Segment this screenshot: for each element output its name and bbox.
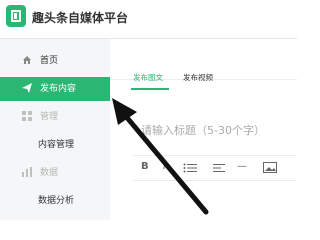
sidebar-group-manage: 管理 [0,105,110,129]
main-panel: 发布图文 发布视频 请输入标题（5-30个字） B I — [111,39,297,220]
list-icon[interactable] [183,163,197,173]
tab-publish-video[interactable]: 发布视频 [183,72,213,83]
grid-icon [22,111,32,121]
editor-toolbar: B I — [133,155,297,181]
bar-chart-icon [22,167,32,177]
sidebar-item-content-manage[interactable]: 内容管理 [0,133,110,157]
tab-publish-article[interactable]: 发布图文 [133,72,163,83]
image-icon[interactable] [263,162,277,173]
sidebar-item-publish[interactable]: 发布内容 [0,77,110,101]
divider-button[interactable]: — [237,161,247,172]
home-icon [23,56,31,64]
sidebar: 首页 发布内容 管理 内容管理 数据 数据分析 [0,39,110,220]
top-bar: 趣头条自媒体平台 [0,0,297,39]
bold-button[interactable]: B [141,161,149,172]
active-tab-indicator [131,88,169,90]
send-icon [22,83,32,93]
sidebar-item-label: 发布内容 [40,84,77,94]
sidebar-item-label: 数据分析 [38,196,75,206]
sidebar-group-data: 数据 [0,161,110,185]
sidebar-item-label: 内容管理 [38,140,75,150]
sidebar-item-data-analysis[interactable]: 数据分析 [0,189,110,213]
sidebar-group-label: 管理 [40,112,59,122]
sidebar-group-label: 数据 [40,168,59,178]
brand-name: 趣头条自媒体平台 [32,11,129,25]
sidebar-item-label: 首页 [40,56,59,66]
align-icon[interactable] [213,163,225,173]
italic-button[interactable]: I [163,161,166,172]
sidebar-item-home[interactable]: 首页 [0,49,110,73]
title-input[interactable]: 请输入标题（5-30个字） [141,122,265,138]
brand-logo-icon [6,5,26,27]
